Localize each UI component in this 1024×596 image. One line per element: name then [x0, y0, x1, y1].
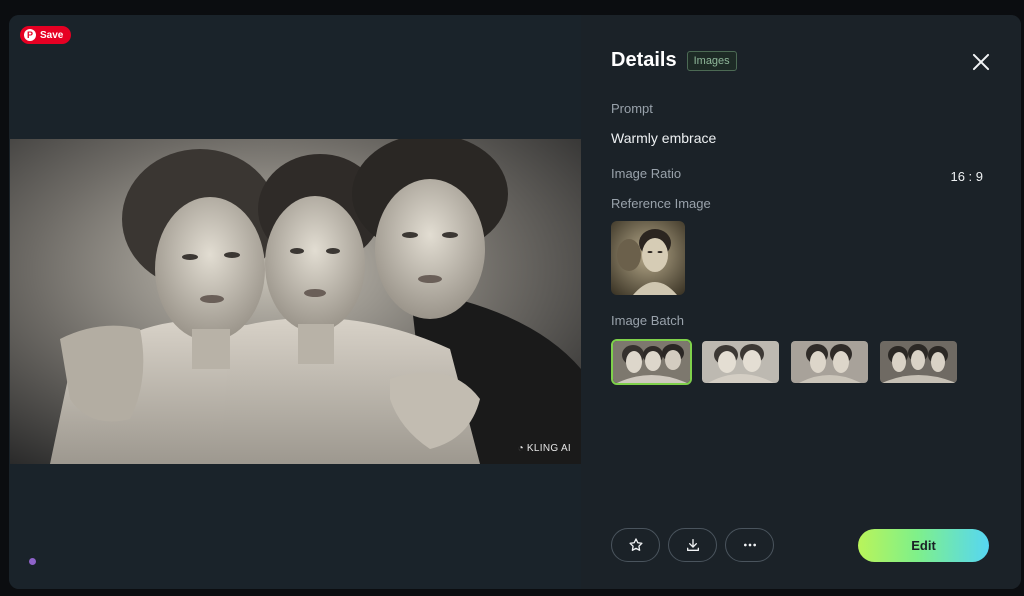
- batch-thumbnail[interactable]: [789, 339, 870, 385]
- more-icon: [743, 543, 756, 547]
- details-header: Details Images: [611, 49, 737, 72]
- download-button[interactable]: [668, 528, 717, 562]
- pinterest-save-button[interactable]: P Save: [20, 26, 72, 44]
- prompt-label: Prompt: [611, 101, 653, 116]
- kling-logo-icon: ◔: [517, 443, 524, 454]
- generated-image: ◔ KLING AI: [10, 139, 581, 464]
- action-buttons: [611, 528, 774, 562]
- close-icon[interactable]: [971, 52, 991, 72]
- image-details-modal: P Save ◔ KLING AI Details Images Prompt …: [9, 15, 1021, 589]
- batch-label: Image Batch: [611, 313, 684, 328]
- status-dot: [29, 558, 36, 565]
- watermark-text: KLING AI: [526, 443, 571, 454]
- reference-label: Reference Image: [611, 196, 711, 211]
- image-batch-list: [611, 339, 959, 385]
- type-tag: Images: [686, 50, 737, 71]
- ratio-value: 16 : 9: [950, 169, 983, 184]
- edit-button[interactable]: Edit: [858, 529, 989, 562]
- batch-image-3: [791, 341, 868, 383]
- batch-image-2: [702, 341, 779, 383]
- details-panel: Details Images Prompt Warmly embrace Ima…: [581, 15, 1021, 589]
- kling-watermark: ◔ KLING AI: [518, 443, 571, 454]
- prompt-value: Warmly embrace: [611, 130, 717, 146]
- image-viewer: P Save ◔ KLING AI: [9, 15, 581, 589]
- batch-image-4: [880, 341, 957, 383]
- download-icon: [686, 539, 699, 551]
- batch-thumbnail[interactable]: [611, 339, 692, 385]
- details-title: Details: [611, 49, 677, 71]
- batch-thumbnail[interactable]: [878, 339, 959, 385]
- star-icon: [628, 538, 643, 551]
- more-button[interactable]: [725, 528, 774, 562]
- ratio-label: Image Ratio: [611, 166, 682, 181]
- batch-thumbnail[interactable]: [700, 339, 781, 385]
- favorite-button[interactable]: [611, 528, 660, 562]
- portrait-image: [10, 139, 581, 464]
- pinterest-icon: P: [24, 29, 36, 41]
- save-label: Save: [40, 29, 64, 41]
- batch-image-1: [613, 341, 690, 383]
- reference-image: [611, 221, 685, 295]
- reference-image-thumbnail[interactable]: [611, 221, 685, 295]
